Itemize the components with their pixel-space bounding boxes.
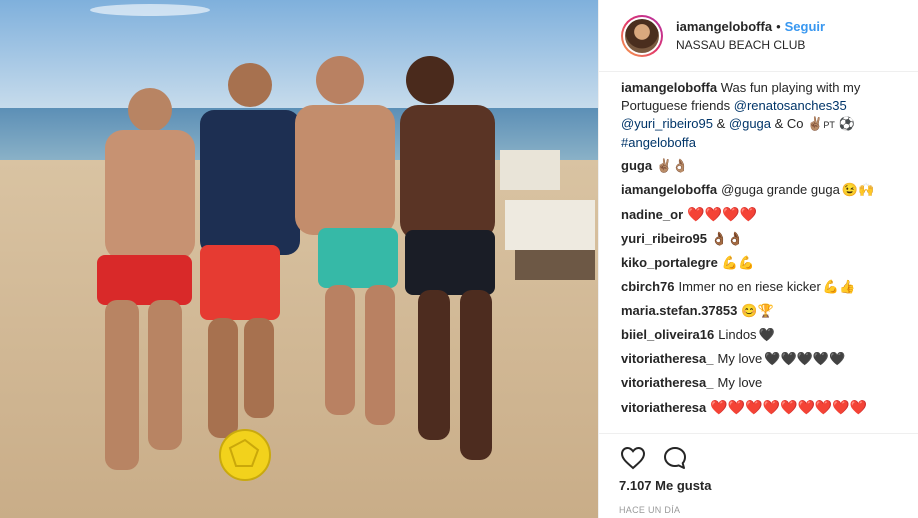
mention-link[interactable]: @guga bbox=[729, 116, 771, 131]
comments-list[interactable]: iamangeloboffa Was fun playing with my P… bbox=[599, 73, 918, 433]
emoji-icon: ❤️ bbox=[745, 399, 763, 415]
comment-text: Immer no en riese kicker bbox=[678, 279, 821, 294]
mention-link[interactable]: @yuri_ribeiro95 bbox=[621, 116, 713, 131]
portugal-flag-icon: PT bbox=[823, 120, 835, 130]
post-sidebar: iamangeloboffa • Seguir NASSAU BEACH CLU… bbox=[598, 0, 918, 518]
emoji-icon: ❤️ bbox=[710, 399, 728, 415]
emoji-icon: 🖤 bbox=[812, 351, 830, 366]
comment-row: vitoriatheresa_ My love bbox=[621, 374, 902, 392]
header-text: iamangeloboffa • Seguir NASSAU BEACH CLU… bbox=[676, 18, 825, 54]
comment-username[interactable]: vitoriatheresa_ bbox=[621, 375, 714, 390]
comment-text: My love bbox=[717, 351, 763, 366]
location-link[interactable]: NASSAU BEACH CLUB bbox=[676, 36, 825, 54]
emoji-icon: ❤️ bbox=[739, 206, 757, 222]
emoji-icon: ❤️ bbox=[704, 206, 722, 222]
emoji-icon: ❤️ bbox=[762, 399, 781, 415]
emoji-icon: 🙌 bbox=[858, 182, 875, 197]
emoji-icon: 😉 bbox=[841, 182, 859, 197]
comment-username[interactable]: vitoriatheresa_ bbox=[621, 351, 714, 366]
comment-username[interactable]: cbirch76 bbox=[621, 279, 674, 294]
comment-row: biiel_oliveira16 Lindos 🖤 bbox=[621, 326, 902, 344]
beach-photo-illustration bbox=[0, 0, 598, 518]
emoji-icon: ❤️ bbox=[814, 399, 833, 415]
comment-text: @guga grande guga bbox=[721, 182, 840, 197]
comment-row: maria.stefan.37853 😊🏆 bbox=[621, 302, 902, 320]
victory-hand-icon: ✌🏽 bbox=[807, 116, 824, 131]
comment-row: cbirch76 Immer no en riese kicker 💪👍 bbox=[621, 278, 902, 296]
post-timestamp: HACE UN DÍA bbox=[619, 505, 681, 515]
caption-text: & Co bbox=[774, 116, 804, 131]
emoji-icon: 💪 bbox=[738, 255, 755, 270]
emoji-icon: ❤️ bbox=[780, 399, 798, 415]
emoji-icon: 🖤 bbox=[764, 351, 781, 366]
avatar[interactable] bbox=[621, 14, 663, 57]
likes-count[interactable]: 7.107 Me gusta bbox=[619, 478, 902, 493]
follow-button[interactable]: Seguir bbox=[785, 18, 825, 36]
comment-username[interactable]: kiko_portalegre bbox=[621, 255, 718, 270]
emoji-icon: 💪 bbox=[822, 279, 839, 294]
comment-row: vitoriatheresa_ My love 🖤🖤🖤🖤🖤 bbox=[621, 350, 902, 368]
emoji-icon: ❤️ bbox=[849, 399, 868, 415]
mention-link[interactable]: @renatosanches35 bbox=[734, 98, 847, 113]
emoji-icon: ❤️ bbox=[797, 399, 815, 415]
post-caption: iamangeloboffa Was fun playing with my P… bbox=[621, 79, 902, 152]
emoji-icon: 😊 bbox=[741, 303, 758, 318]
emoji-icon: ✌🏽 bbox=[656, 158, 673, 173]
emoji-icon: 👌🏽 bbox=[672, 158, 689, 173]
comment-text: My love bbox=[717, 375, 763, 390]
emoji-icon: 👌🏾 bbox=[711, 231, 728, 246]
heart-outline-icon bbox=[620, 446, 646, 470]
comment-row: vitoriatheresa ❤️❤️❤️❤️❤️❤️❤️❤️❤️ bbox=[621, 398, 902, 417]
comment-button[interactable] bbox=[661, 444, 689, 472]
like-button[interactable] bbox=[619, 444, 647, 472]
caption-username[interactable]: iamangeloboffa bbox=[621, 80, 717, 95]
comment-username[interactable]: vitoriatheresa bbox=[621, 400, 706, 415]
comment-username[interactable]: biiel_oliveira16 bbox=[621, 327, 714, 342]
post-photo[interactable] bbox=[0, 0, 598, 518]
caption-text: & bbox=[716, 116, 726, 131]
comment-row: guga ✌🏽👌🏽 bbox=[621, 157, 902, 175]
comment-row: kiko_portalegre 💪💪 bbox=[621, 254, 902, 272]
emoji-icon: 🖤 bbox=[796, 351, 813, 366]
emoji-icon: 🖤 bbox=[829, 351, 846, 366]
emoji-icon: ❤️ bbox=[832, 399, 850, 415]
comment-row: iamangeloboffa @guga grande guga 😉🙌 bbox=[621, 181, 902, 199]
emoji-icon: ❤️ bbox=[727, 399, 746, 415]
emoji-icon: 👍 bbox=[839, 279, 856, 294]
comment-username[interactable]: yuri_ribeiro95 bbox=[621, 231, 707, 246]
emoji-icon: ❤️ bbox=[687, 206, 705, 222]
emoji-icon: 🖤 bbox=[780, 351, 797, 366]
post-header: iamangeloboffa • Seguir NASSAU BEACH CLU… bbox=[599, 0, 918, 72]
header-username[interactable]: iamangeloboffa bbox=[676, 18, 772, 36]
emoji-icon: 👌🏾 bbox=[727, 231, 744, 246]
emoji-icon: 🖤 bbox=[758, 327, 775, 342]
comment-row: yuri_ribeiro95 👌🏾👌🏾 bbox=[621, 230, 902, 248]
comment-row: nadine_or ❤️❤️❤️❤️ bbox=[621, 205, 902, 224]
comment-username[interactable]: guga bbox=[621, 158, 652, 173]
comment-username[interactable]: maria.stefan.37853 bbox=[621, 303, 737, 318]
header-separator: • bbox=[776, 18, 781, 34]
comment-username[interactable]: iamangeloboffa bbox=[621, 182, 717, 197]
soccer-ball-icon: ⚽ bbox=[838, 116, 855, 131]
emoji-icon: ❤️ bbox=[722, 206, 740, 222]
comment-bubble-icon bbox=[664, 447, 686, 469]
emoji-icon: 💪 bbox=[721, 255, 739, 270]
post-actions: 7.107 Me gusta HACE UN DÍA bbox=[599, 433, 918, 515]
comment-username[interactable]: nadine_or bbox=[621, 207, 683, 222]
comment-text: Lindos bbox=[718, 327, 757, 342]
emoji-icon: 🏆 bbox=[757, 303, 774, 318]
hashtag-link[interactable]: #angeloboffa bbox=[621, 135, 696, 150]
